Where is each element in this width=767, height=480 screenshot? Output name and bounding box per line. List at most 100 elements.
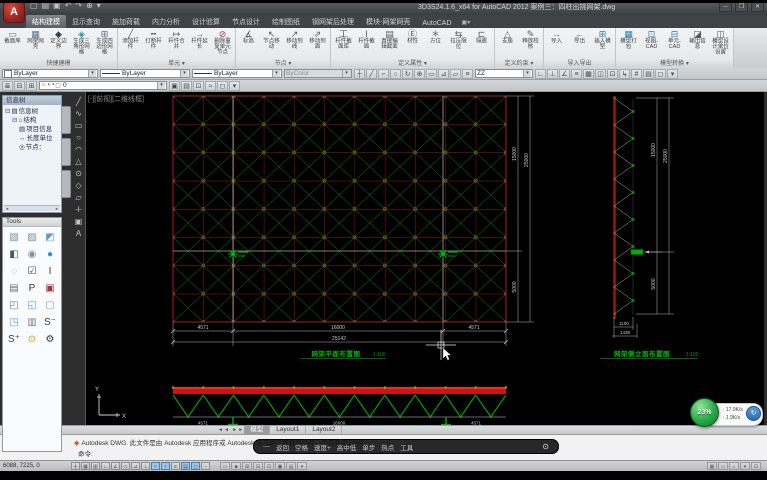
coordinate-readout[interactable]: 6088, 7225, 0 bbox=[3, 463, 67, 469]
modify-icon[interactable]: ▱ bbox=[450, 69, 461, 79]
member-section-button[interactable]: I杆件截面 bbox=[355, 29, 378, 51]
sphere-icon[interactable]: ● bbox=[41, 246, 59, 263]
tab-layout1[interactable]: Layout1 bbox=[270, 426, 306, 434]
boolean-icon[interactable]: ◉ bbox=[23, 246, 41, 263]
minimize-button[interactable]: ─ bbox=[719, 2, 732, 12]
line-icon[interactable]: ╱ bbox=[76, 97, 81, 106]
player-step-button[interactable]: 单步 bbox=[362, 442, 375, 452]
info-tree-title[interactable]: 信息树 bbox=[3, 96, 61, 105]
move-to-face-button[interactable]: ⇗移动到面 bbox=[306, 29, 329, 51]
s-minus-icon[interactable]: S⁻ bbox=[41, 314, 59, 331]
unit-settings-button[interactable]: ◫模型设计单位设置 bbox=[709, 29, 732, 57]
modify-icon[interactable]: ⊿ bbox=[438, 69, 449, 79]
merge-member-button[interactable]: ↦杆件合并 bbox=[165, 29, 188, 51]
layer-off-icon[interactable]: ⊟ bbox=[14, 81, 25, 91]
snap-icon[interactable]: ⊡ bbox=[607, 69, 618, 79]
annotation-scale-icon[interactable]: ▦ bbox=[707, 462, 717, 470]
modify-icon[interactable]: ┼ bbox=[354, 69, 365, 79]
tab-layout2[interactable]: Layout2 bbox=[306, 426, 342, 434]
block-icon[interactable]: ▣ bbox=[75, 217, 83, 226]
tab-model[interactable]: 模型 bbox=[244, 426, 270, 434]
layer-tool-icon[interactable]: ≈ bbox=[205, 81, 216, 91]
layer-onoff-icon[interactable]: ◐ bbox=[48, 82, 52, 89]
expander-icon[interactable]: ⊟ bbox=[5, 108, 10, 115]
tab-autocad[interactable]: AutoCAD bbox=[416, 18, 457, 28]
gen-tri-mesh-button[interactable]: ◈生成三角形网格 bbox=[70, 29, 93, 57]
layers-icon[interactable]: ▤ bbox=[5, 280, 23, 297]
tension-limit-button[interactable]: ⇆拉压限位 bbox=[447, 29, 470, 51]
tab-joint-design[interactable]: 节点设计 bbox=[226, 15, 266, 28]
tab-display-query[interactable]: 显示查询 bbox=[66, 15, 106, 28]
linetype-dropdown[interactable]: ByLayer▾ bbox=[100, 69, 190, 78]
corner-panel-icon[interactable]: ◳ bbox=[5, 314, 23, 331]
modify-icon[interactable]: ≡ bbox=[462, 69, 473, 79]
view-cad-button[interactable]: ⊡视图-CAD bbox=[640, 29, 663, 51]
group-label-properties[interactable]: 定义属性 ▾ bbox=[331, 60, 494, 68]
group-label-constraints[interactable]: 定义约束 ▾ bbox=[495, 60, 543, 68]
support-button[interactable]: △支座 bbox=[496, 29, 519, 45]
otrack-toggle[interactable]: ⊥ bbox=[141, 462, 150, 470]
model-pack-button[interactable]: ▦模型打包 bbox=[617, 29, 640, 51]
lock-ui-icon[interactable]: ⌂ bbox=[729, 462, 739, 470]
blob-icon[interactable]: ◌ bbox=[5, 263, 23, 280]
layer-tool-icon[interactable]: ▤ bbox=[181, 81, 192, 91]
chevron-down-icon[interactable]: ▾ bbox=[740, 462, 750, 470]
selection-cycling-toggle[interactable]: ▫ bbox=[201, 462, 210, 470]
ibeam-icon[interactable]: I bbox=[41, 263, 59, 280]
snap-icon[interactable]: ⊥ bbox=[547, 69, 558, 79]
import-button[interactable]: →导入 bbox=[545, 29, 568, 45]
layer-tool-icon[interactable]: ▾ bbox=[229, 81, 240, 91]
corner-panel-icon[interactable]: ◰ bbox=[5, 297, 23, 314]
grid-shell-button[interactable]: ▦网架网壳 bbox=[24, 29, 47, 51]
layer-tool-icon[interactable]: ⊡ bbox=[193, 81, 204, 91]
tree-node-root[interactable]: ⊟▤信息树 bbox=[5, 107, 61, 116]
player-hotspot-button[interactable]: 热点 bbox=[381, 442, 394, 452]
status-icon[interactable]: ⊟ bbox=[253, 462, 263, 470]
fullscreen-icon[interactable]: ⊡ bbox=[751, 462, 761, 470]
snap-icon[interactable]: ∟ bbox=[535, 69, 546, 79]
isolation-button[interactable]: ⊏隔震 bbox=[470, 29, 493, 45]
status-icon[interactable]: ⊡ bbox=[264, 462, 274, 470]
tab-grid-postprocess[interactable]: 钢网架后处理 bbox=[306, 15, 360, 28]
solid-cube-icon[interactable]: ◧ bbox=[5, 246, 23, 263]
break-member-button[interactable]: ╍打断杆件 bbox=[142, 29, 165, 51]
player-minimize-button[interactable]: — bbox=[263, 443, 270, 450]
group-label-model-convert[interactable]: 模型转换 ▾ bbox=[616, 60, 733, 68]
grid-toggle[interactable]: ▥ bbox=[91, 462, 100, 470]
horizontal-scrollbar[interactable]: ◄► bbox=[4, 205, 60, 211]
tree-node-project-info[interactable]: ▤项目信息 bbox=[5, 125, 61, 134]
tab-apply-load[interactable]: 施加荷载 bbox=[106, 15, 146, 28]
maximize-button[interactable]: ❐ bbox=[735, 2, 748, 12]
modify-icon[interactable]: ▭ bbox=[426, 69, 437, 79]
model-space-icon[interactable]: ▭ bbox=[220, 462, 230, 470]
palette-side-tab[interactable] bbox=[62, 170, 71, 198]
group-label-import-export[interactable]: 导入导出 bbox=[544, 60, 615, 68]
move-to-line-button[interactable]: ↗移动到线 bbox=[283, 29, 306, 51]
quickview-icon[interactable]: ■ bbox=[231, 462, 241, 470]
memory-percent-ball[interactable]: 23% bbox=[690, 398, 719, 427]
tab-structure-modeling[interactable]: 结构建模 bbox=[26, 15, 66, 28]
snap-icon[interactable]: ≡ bbox=[571, 69, 582, 79]
modify-icon[interactable]: ⊕ bbox=[414, 69, 425, 79]
columns-icon[interactable]: ▥ bbox=[23, 314, 41, 331]
lineweight-dropdown[interactable]: ByLayer▾ bbox=[192, 69, 282, 78]
node-elevation-button[interactable]: ∡标高 bbox=[237, 29, 260, 45]
dyn-toggle[interactable]: ≈ bbox=[161, 462, 170, 470]
color-dropdown[interactable]: ByLayer▾ bbox=[2, 69, 98, 78]
checkbox-icon[interactable]: ☑ bbox=[23, 263, 41, 280]
osnap-toggle[interactable]: ◇ bbox=[121, 462, 130, 470]
snap-icon[interactable]: ▤ bbox=[643, 69, 654, 79]
player-tools-button[interactable]: 工具 bbox=[400, 442, 413, 452]
define-boundary-button[interactable]: ◆定义边界 bbox=[47, 29, 70, 51]
tree-node-structure[interactable]: ⊟⌂结构 bbox=[5, 116, 61, 125]
circle-icon[interactable]: ○ bbox=[76, 133, 81, 142]
tab-drawing[interactable]: 绘制图纸 bbox=[266, 15, 306, 28]
section-library-button[interactable]: ▭截面库 bbox=[1, 29, 24, 45]
empty-square-icon[interactable]: ▢ bbox=[41, 297, 59, 314]
tab-design-check[interactable]: 设计验算 bbox=[186, 15, 226, 28]
diamond-icon[interactable]: ◇ bbox=[75, 181, 81, 190]
ribbon-options-icon[interactable]: ▣▾ bbox=[458, 17, 475, 28]
player-pause-button[interactable]: 空格 bbox=[295, 442, 308, 452]
text-icon[interactable]: A bbox=[76, 229, 81, 238]
orientation-button[interactable]: ＊方位 bbox=[424, 29, 447, 45]
